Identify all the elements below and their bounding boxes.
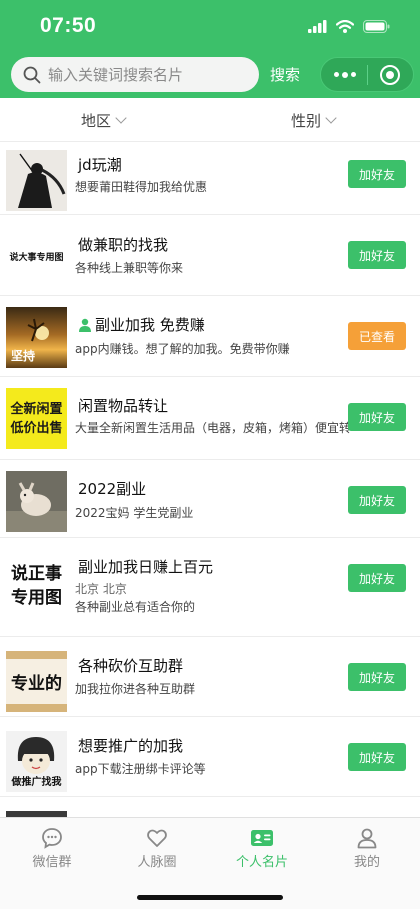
tab-network[interactable]: 人脉圈 — [107, 827, 207, 870]
item-title: 2022副业 — [78, 480, 147, 498]
list-item[interactable]: 说大事专用图 做兼职的找我 各种线上兼职等你来 加好友 — [0, 215, 420, 296]
avatar-text: 全新闲置 — [10, 401, 63, 417]
item-desc: 想要莆田鞋得加我给优惠 — [75, 180, 208, 194]
tab-label: 个人名片 — [235, 855, 288, 870]
viewed-button[interactable]: 已查看 — [348, 322, 406, 350]
home-indicator — [137, 895, 283, 900]
avatar: 做推广找我 — [6, 731, 67, 792]
item-title: 想要推广的加我 — [78, 737, 184, 755]
chevron-down-icon — [325, 112, 337, 124]
avatar-text: 说正事 — [11, 564, 62, 584]
add-friend-button[interactable]: 加好友 — [348, 663, 406, 691]
item-title: jd玩潮 — [78, 156, 122, 174]
avatar: 坚持 — [6, 307, 67, 368]
avatar-text: 专用图 — [11, 588, 62, 608]
avatar-text: 做推广找我 — [11, 777, 62, 788]
list-item[interactable]: jd玩潮 想要莆田鞋得加我给优惠 加好友 — [0, 142, 420, 215]
chevron-down-icon — [115, 112, 127, 124]
heart-icon — [147, 829, 167, 847]
item-desc: app内赚钱。想了解的加我。免费带你赚 — [75, 342, 290, 356]
item-location: 北京 北京 — [75, 582, 127, 596]
id-card-icon — [251, 830, 273, 846]
search-input[interactable] — [48, 65, 248, 84]
tab-business-card[interactable]: 个人名片 — [212, 827, 312, 870]
region-filter[interactable]: 地区 — [81, 110, 127, 131]
avatar: 专业的 — [6, 651, 67, 712]
filter-bar: 地区 性别 — [0, 98, 420, 142]
wifi-icon — [336, 20, 354, 33]
item-desc: 各种副业总有适合你的 — [75, 600, 196, 614]
avatar-text: 低价出售 — [10, 420, 63, 436]
item-desc: app下载注册绑卡评论等 — [75, 762, 206, 776]
item-desc: 大量全新闲置生活用品（电器，皮箱，烤箱）便宜转 — [75, 421, 352, 435]
add-friend-button[interactable]: 加好友 — [348, 743, 406, 771]
item-title: 闲置物品转让 — [78, 397, 169, 415]
list-item[interactable]: 坚持 副业加我 免费赚 app内赚钱。想了解的加我。免费带你赚 已查看 — [0, 296, 420, 377]
gender-filter[interactable]: 性别 — [291, 110, 337, 131]
item-title: 副业加我 免费赚 — [78, 314, 205, 335]
region-filter-label: 地区 — [81, 112, 112, 130]
add-friend-button[interactable]: 加好友 — [348, 564, 406, 592]
list-item[interactable] — [0, 797, 420, 817]
capsule-divider — [367, 65, 368, 85]
header-bar: 07:50 搜索 — [0, 0, 420, 98]
chat-bubble-icon — [42, 828, 62, 849]
avatar: 说大事专用图 — [6, 226, 67, 287]
item-title: 各种砍价互助群 — [78, 657, 184, 675]
item-title-text: 副业加我 免费赚 — [95, 316, 205, 334]
mini-program-capsule — [320, 57, 414, 92]
list-item[interactable]: 说正事 专用图 副业加我日赚上百元 北京 北京 各种副业总有适合你的 加好友 — [0, 538, 420, 637]
user-icon — [357, 828, 377, 849]
item-title: 副业加我日赚上百元 — [78, 558, 214, 576]
gender-filter-label: 性别 — [291, 112, 322, 130]
item-title: 做兼职的找我 — [78, 236, 169, 254]
item-desc: 各种线上兼职等你来 — [75, 261, 184, 275]
search-box[interactable] — [11, 57, 259, 92]
status-time: 07:50 — [40, 14, 97, 37]
item-desc: 加我拉你进各种互助群 — [75, 682, 196, 696]
item-desc: 2022宝妈 学生党副业 — [75, 506, 194, 520]
person-icon — [79, 318, 91, 332]
list-item[interactable]: 2022副业 2022宝妈 学生党副业 加好友 — [0, 460, 420, 538]
search-icon — [23, 66, 41, 83]
add-friend-button[interactable]: 加好友 — [348, 241, 406, 269]
avatar-text: 坚持 — [11, 349, 36, 363]
more-icon[interactable] — [334, 71, 356, 78]
business-card-list: jd玩潮 想要莆田鞋得加我给优惠 加好友 说大事专用图 做兼职的找我 各种线上兼… — [0, 142, 420, 817]
avatar: 说正事 专用图 — [6, 553, 67, 619]
tab-label: 人脉圈 — [137, 855, 177, 870]
avatar: 全新闲置 低价出售 — [6, 388, 67, 449]
list-item[interactable]: 做推广找我 想要推广的加我 app下载注册绑卡评论等 加好友 — [0, 717, 420, 797]
avatar-text: 专业的 — [11, 674, 62, 694]
status-icons — [308, 20, 390, 33]
tab-label: 微信群 — [32, 855, 72, 870]
list-item[interactable]: 全新闲置 低价出售 闲置物品转让 大量全新闲置生活用品（电器，皮箱，烤箱）便宜转… — [0, 377, 420, 460]
tab-me[interactable]: 我的 — [317, 827, 417, 870]
add-friend-button[interactable]: 加好友 — [348, 160, 406, 188]
avatar-text: 说大事专用图 — [9, 253, 64, 263]
avatar — [6, 471, 67, 532]
avatar — [6, 150, 67, 211]
close-circle-icon[interactable] — [380, 65, 400, 85]
tab-label: 我的 — [353, 855, 380, 870]
tab-wechat-groups[interactable]: 微信群 — [2, 827, 102, 870]
battery-icon — [363, 20, 390, 33]
signal-icon — [308, 20, 327, 33]
list-item[interactable]: 专业的 各种砍价互助群 加我拉你进各种互助群 加好友 — [0, 637, 420, 717]
search-button[interactable]: 搜索 — [270, 64, 300, 85]
add-friend-button[interactable]: 加好友 — [348, 403, 406, 431]
add-friend-button[interactable]: 加好友 — [348, 486, 406, 514]
